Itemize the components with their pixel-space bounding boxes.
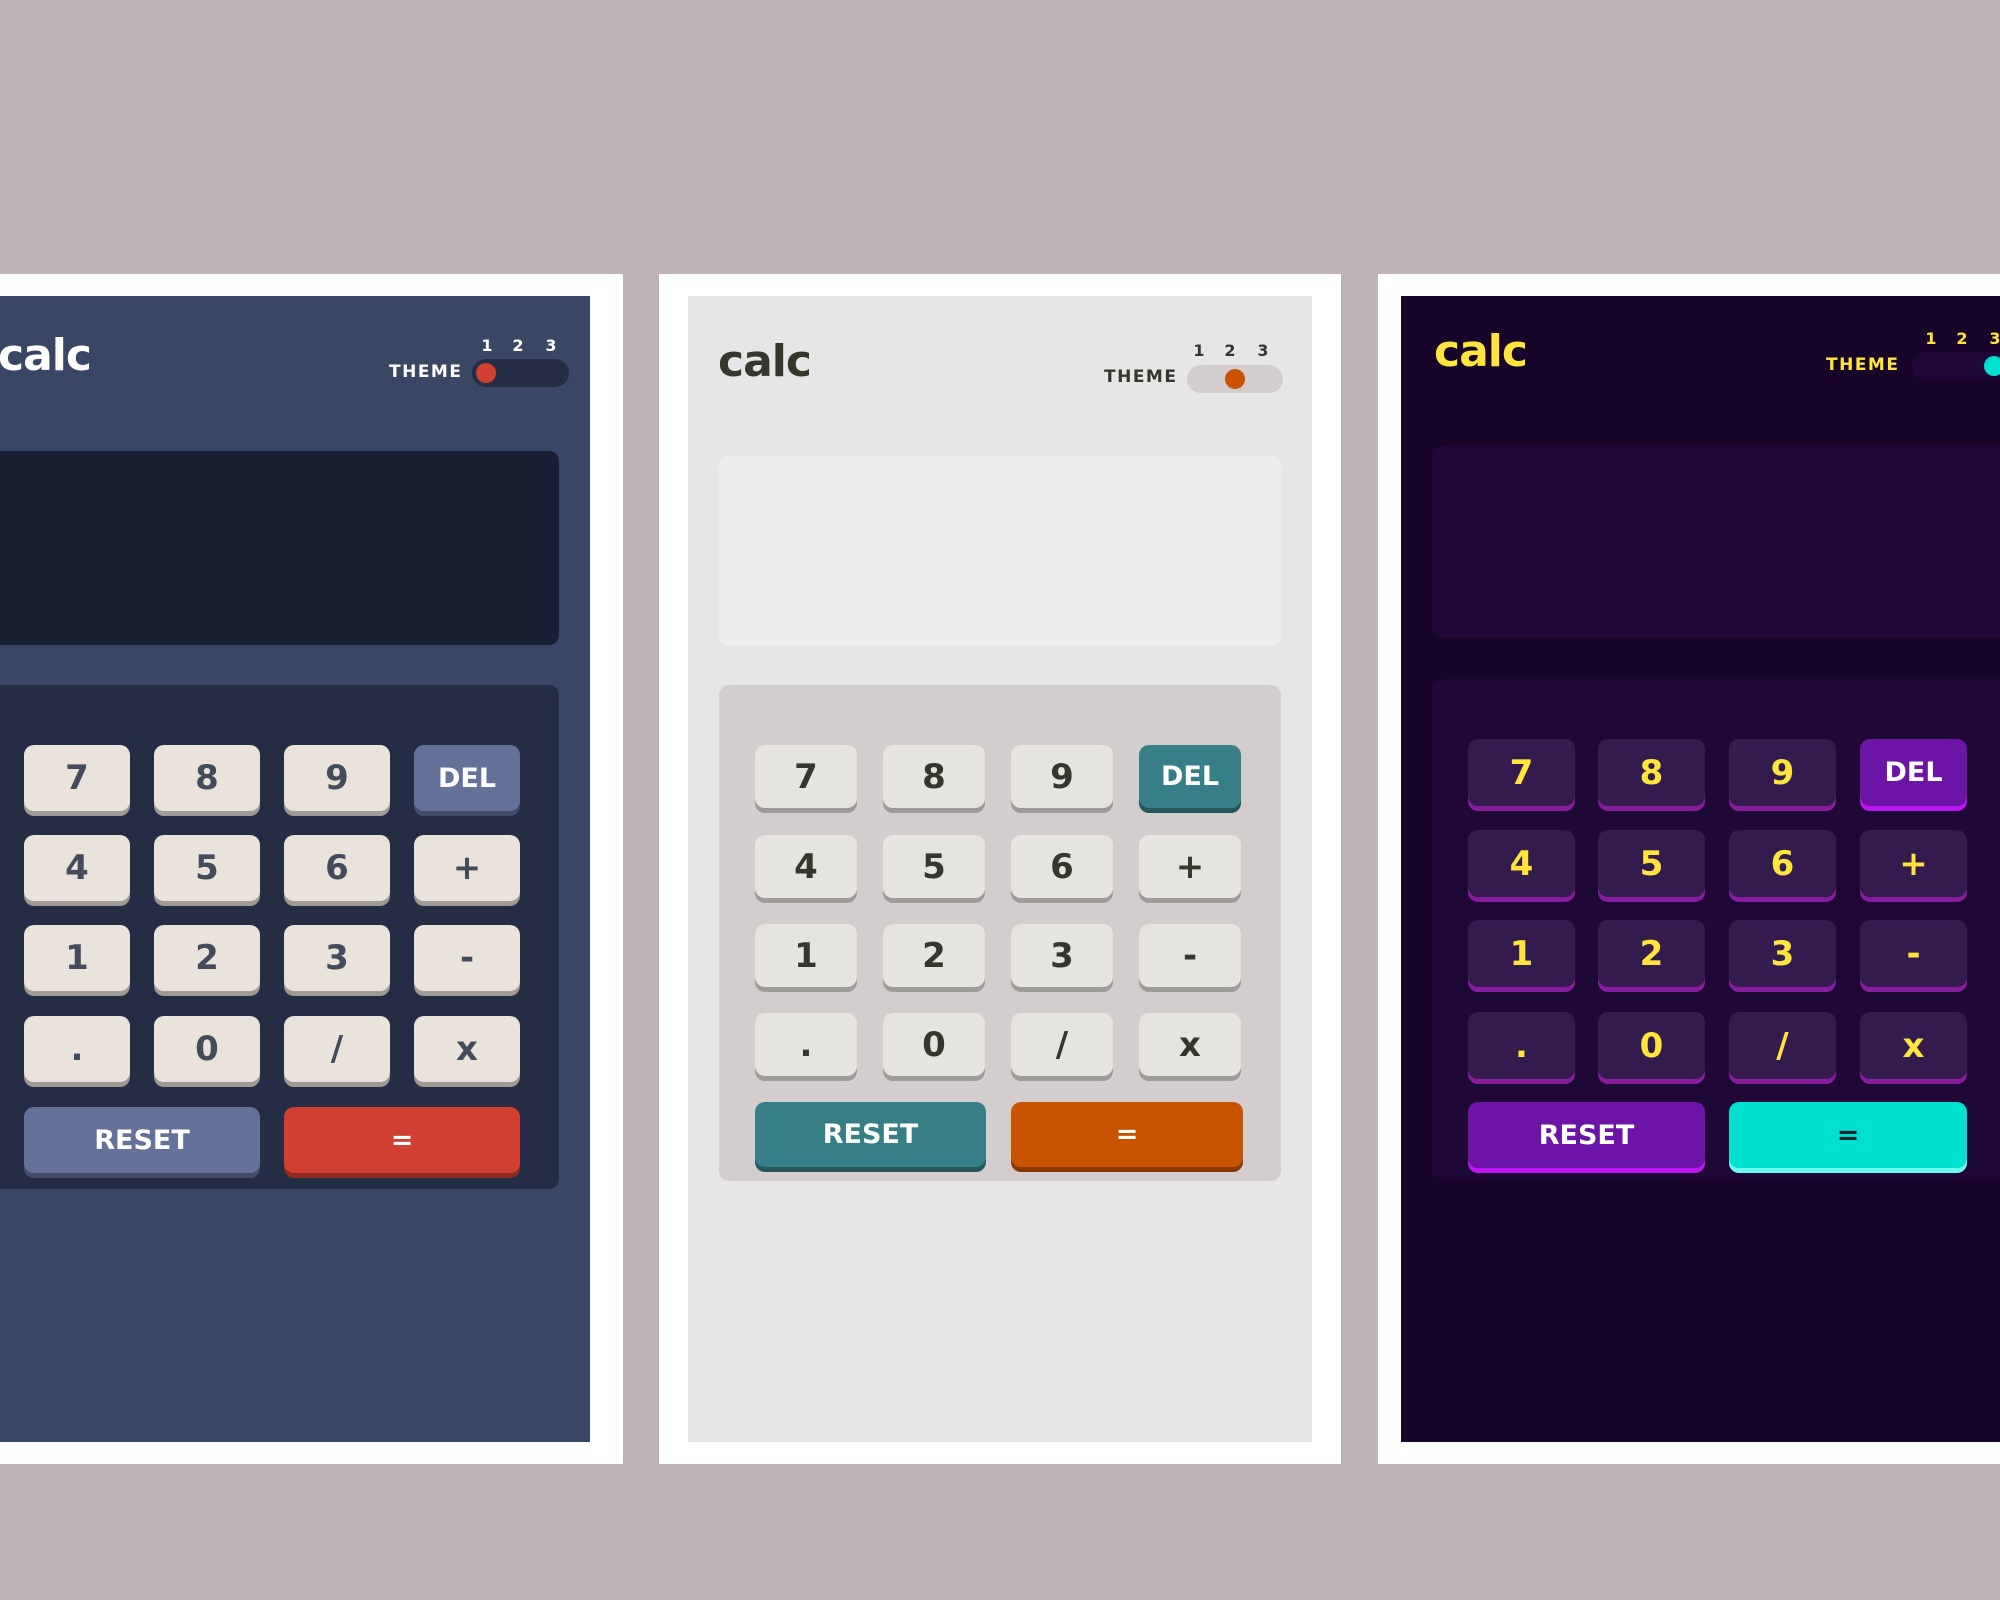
theme-number-3[interactable]: 3 — [1985, 329, 2000, 348]
digit-6-button[interactable]: 6 — [284, 835, 390, 901]
digit-0-button[interactable]: 0 — [883, 1013, 985, 1076]
digit-4-button[interactable]: 4 — [755, 835, 857, 898]
theme-number-3[interactable]: 3 — [1253, 341, 1273, 360]
theme-toggle-knob[interactable] — [476, 363, 496, 383]
logo: calc — [718, 336, 812, 387]
equals-button[interactable]: = — [1011, 1102, 1243, 1167]
digit-3-button[interactable]: 3 — [1729, 920, 1836, 987]
digit-4-button[interactable]: 4 — [24, 835, 130, 901]
theme-toggle-knob[interactable] — [1984, 356, 2000, 376]
add-button[interactable]: + — [414, 835, 520, 901]
digit-7-button[interactable]: 7 — [24, 745, 130, 811]
divide-button[interactable]: / — [1729, 1012, 1836, 1079]
calculator-screen: calc 1 2 3 THEME 7 8 9 DEL 4 5 6 +1 2 3-. 0/x RESET… — [688, 296, 1312, 1442]
equals-button[interactable]: = — [284, 1107, 520, 1173]
digit-8-button[interactable]: 8 — [883, 745, 985, 808]
delete-button[interactable]: DEL — [1860, 739, 1967, 806]
digit-3-button[interactable]: 3 — [284, 925, 390, 991]
display-screen — [719, 456, 1281, 646]
add-button[interactable]: + — [1860, 830, 1967, 897]
calculator-card-theme-1: calc 1 2 3 THEME 7 8 9 DEL 4 5 6 +1 2 3-. 0/x RESET… — [0, 274, 623, 1464]
theme-number-1[interactable]: 1 — [1189, 341, 1209, 360]
calculator-screen: calc 1 2 3 THEME 7 8 9 DEL 4 5 6 +1 2 3-. 0/x RESET… — [1401, 296, 2000, 1442]
digit-1-button[interactable]: 1 — [1468, 920, 1575, 987]
theme-label: THEME — [389, 362, 463, 382]
theme-number-3[interactable]: 3 — [541, 336, 561, 355]
logo: calc — [0, 330, 92, 381]
subtract-button[interactable]: - — [414, 925, 520, 991]
digit-7-button[interactable]: 7 — [755, 745, 857, 808]
digit-5-button[interactable]: 5 — [1598, 830, 1705, 897]
theme-toggle-knob[interactable] — [1225, 369, 1245, 389]
digit-2-button[interactable]: 2 — [154, 925, 260, 991]
theme-label: THEME — [1826, 355, 1900, 375]
digit-9-button[interactable]: 9 — [284, 745, 390, 811]
digit-8-button[interactable]: 8 — [154, 745, 260, 811]
theme-toggle[interactable] — [472, 359, 569, 387]
calculator-screen: calc 1 2 3 THEME 7 8 9 DEL 4 5 6 +1 2 3-. 0/x RESET… — [0, 296, 590, 1442]
digit-9-button[interactable]: 9 — [1729, 739, 1836, 806]
theme-number-2[interactable]: 2 — [508, 336, 528, 355]
reset-button[interactable]: RESET — [755, 1102, 986, 1167]
digit-4-button[interactable]: 4 — [1468, 830, 1575, 897]
digit-0-button[interactable]: 0 — [154, 1016, 260, 1082]
reset-button[interactable]: RESET — [24, 1107, 260, 1173]
theme-number-2[interactable]: 2 — [1220, 341, 1240, 360]
display-screen — [0, 451, 559, 645]
logo: calc — [1434, 326, 1528, 377]
add-button[interactable]: + — [1139, 835, 1241, 898]
equals-button[interactable]: = — [1729, 1102, 1967, 1168]
multiply-button[interactable]: x — [414, 1016, 520, 1082]
digit-9-button[interactable]: 9 — [1011, 745, 1113, 808]
digit-0-button[interactable]: 0 — [1598, 1012, 1705, 1079]
calculator-card-theme-3: calc 1 2 3 THEME 7 8 9 DEL 4 5 6 +1 2 3-. 0/x RESET… — [1378, 274, 2000, 1464]
theme-toggle[interactable] — [1912, 352, 2000, 380]
decimal-button[interactable]: . — [1468, 1012, 1575, 1079]
digit-7-button[interactable]: 7 — [1468, 739, 1575, 806]
subtract-button[interactable]: - — [1860, 920, 1967, 987]
digit-3-button[interactable]: 3 — [1011, 924, 1113, 987]
theme-label: THEME — [1104, 367, 1178, 387]
digit-1-button[interactable]: 1 — [24, 925, 130, 991]
digit-8-button[interactable]: 8 — [1598, 739, 1705, 806]
digit-5-button[interactable]: 5 — [883, 835, 985, 898]
digit-5-button[interactable]: 5 — [154, 835, 260, 901]
subtract-button[interactable]: - — [1139, 924, 1241, 987]
multiply-button[interactable]: x — [1860, 1012, 1967, 1079]
theme-number-1[interactable]: 1 — [477, 336, 497, 355]
display-screen — [1432, 446, 2000, 638]
theme-toggle[interactable] — [1187, 365, 1283, 393]
decimal-button[interactable]: . — [24, 1016, 130, 1082]
reset-button[interactable]: RESET — [1468, 1102, 1705, 1168]
delete-button[interactable]: DEL — [414, 745, 520, 811]
decimal-button[interactable]: . — [755, 1013, 857, 1076]
divide-button[interactable]: / — [284, 1016, 390, 1082]
calculator-card-theme-2: calc 1 2 3 THEME 7 8 9 DEL 4 5 6 +1 2 3-. 0/x RESET… — [659, 274, 1341, 1464]
digit-6-button[interactable]: 6 — [1729, 830, 1836, 897]
digit-2-button[interactable]: 2 — [1598, 920, 1705, 987]
theme-number-2[interactable]: 2 — [1952, 329, 1972, 348]
delete-button[interactable]: DEL — [1139, 745, 1241, 808]
divide-button[interactable]: / — [1011, 1013, 1113, 1076]
digit-1-button[interactable]: 1 — [755, 924, 857, 987]
digit-6-button[interactable]: 6 — [1011, 835, 1113, 898]
multiply-button[interactable]: x — [1139, 1013, 1241, 1076]
theme-number-1[interactable]: 1 — [1921, 329, 1941, 348]
digit-2-button[interactable]: 2 — [883, 924, 985, 987]
